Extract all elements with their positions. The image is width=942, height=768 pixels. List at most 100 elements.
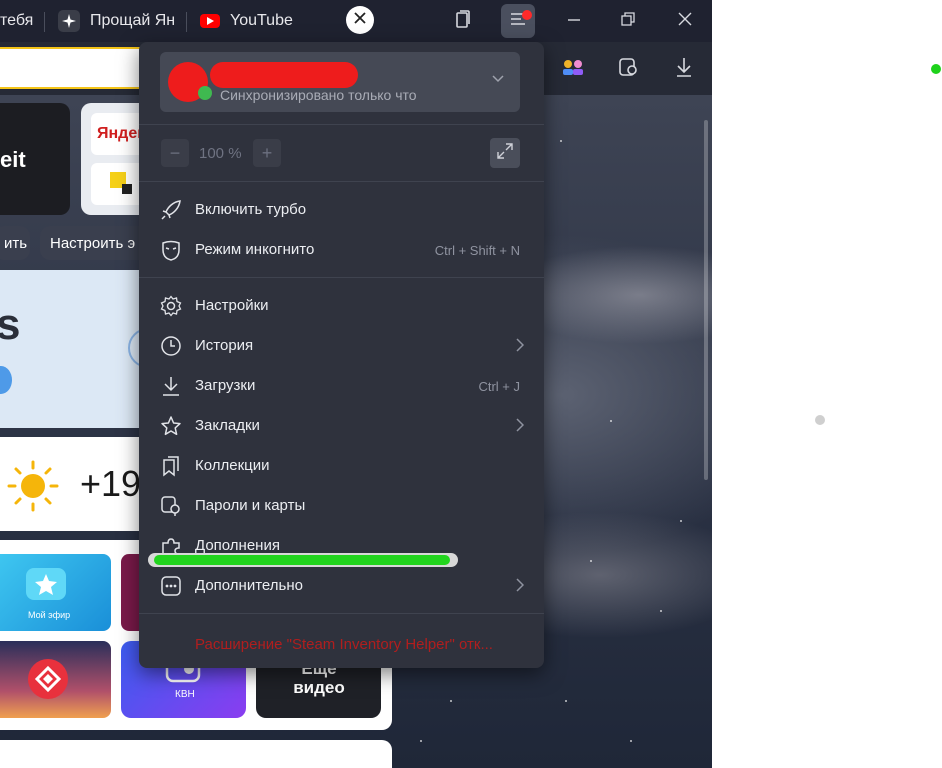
- browser-window: тебя Прощай Ян YouTube eit Яндекс ить На…: [0, 0, 712, 768]
- rocket-icon: [159, 198, 183, 222]
- zoom-out-label: −: [169, 142, 181, 163]
- bg-star: [450, 700, 452, 702]
- tile-text: eit: [0, 147, 26, 172]
- download-icon[interactable]: [671, 54, 697, 80]
- fullscreen-button[interactable]: [490, 138, 520, 168]
- menu-item-label: Закладки: [195, 417, 260, 434]
- menu-item-label: Дополнительно: [195, 577, 303, 594]
- fullscreen-icon: [496, 142, 514, 165]
- bg-star: [610, 420, 612, 422]
- menu-divider: [139, 277, 544, 278]
- menu-item-shortcut: Ctrl + J: [478, 379, 520, 394]
- menu-item-more[interactable]: Дополнительно: [139, 566, 544, 606]
- menu-item-turbo[interactable]: Включить турбо: [139, 190, 544, 230]
- key-card-icon: [159, 494, 183, 518]
- chevron-right-icon: [516, 418, 525, 437]
- gray-dot: [815, 415, 825, 425]
- bg-star: [420, 740, 422, 742]
- menu-item-label: Настройки: [195, 297, 269, 314]
- pill-label: Настроить э: [50, 234, 136, 252]
- menu-item-history[interactable]: История: [139, 326, 544, 366]
- sparkle-icon: [58, 10, 80, 32]
- sync-status: Синхронизировано только что: [220, 87, 417, 103]
- extension-people-icon[interactable]: [560, 54, 586, 80]
- main-menu-button[interactable]: [501, 4, 535, 38]
- sun-icon: [6, 459, 60, 518]
- star-icon: [159, 414, 183, 438]
- browser-main-menu: Синхронизировано только что − 100 % + Вк…: [139, 42, 544, 668]
- pill-label: ить: [4, 234, 28, 252]
- tab-close-button[interactable]: [346, 6, 374, 34]
- restore-button[interactable]: [614, 8, 642, 34]
- tile-dark[interactable]: eit: [0, 103, 70, 215]
- tab-proshchay[interactable]: Прощай Ян: [58, 6, 175, 36]
- menu-item-label: Дополнения: [195, 537, 280, 554]
- collections-button[interactable]: [449, 8, 477, 34]
- chevron-down-icon: [492, 70, 504, 88]
- zoom-out-button[interactable]: −: [161, 139, 189, 167]
- menu-item-label: История: [195, 337, 254, 354]
- weather-widget[interactable]: +19: [0, 437, 150, 531]
- pill-button-left[interactable]: ить: [0, 226, 30, 260]
- zoom-value: 100 %: [199, 145, 242, 162]
- bottom-card: [0, 740, 392, 768]
- tab-separator: [186, 12, 187, 32]
- clock-icon: [159, 334, 183, 358]
- tab-youtube[interactable]: YouTube: [200, 6, 293, 36]
- menu-item-passwords[interactable]: Пароли и карты: [139, 486, 544, 526]
- tab-partial[interactable]: тебя: [0, 6, 33, 36]
- restore-icon: [621, 11, 635, 31]
- close-window-button[interactable]: [671, 8, 699, 34]
- passwords-icon[interactable]: [615, 54, 641, 80]
- tab-separator: [44, 12, 45, 32]
- green-highlight-annotation: [148, 553, 458, 567]
- bg-star: [590, 560, 592, 562]
- menu-item-incognito[interactable]: Режим инкогнито Ctrl + Shift + N: [139, 230, 544, 270]
- customize-button[interactable]: Настроить э: [40, 226, 150, 260]
- sync-check-icon: [198, 86, 212, 100]
- rutube-icon: [28, 659, 68, 699]
- incognito-mask-icon: [159, 238, 183, 262]
- zoom-in-button[interactable]: +: [253, 139, 281, 167]
- menu-divider: [139, 613, 544, 614]
- banner-letter: s: [0, 300, 21, 349]
- green-highlight-fill: [154, 555, 450, 565]
- bg-star: [630, 740, 632, 742]
- green-dot: [931, 64, 941, 74]
- page-scrollbar[interactable]: [704, 120, 708, 480]
- video-tile-label: Мой эфир: [28, 610, 71, 620]
- download-icon: [159, 374, 183, 398]
- close-icon: [354, 11, 366, 29]
- address-bar[interactable]: [0, 47, 150, 89]
- extension-notice[interactable]: Расширение "Steam Inventory Helper" отк.…: [195, 636, 493, 653]
- banner-circle: [0, 366, 12, 394]
- disk-icon-part: [122, 184, 132, 194]
- notification-dot: [522, 10, 532, 20]
- chevron-right-icon: [516, 578, 525, 597]
- menu-item-settings[interactable]: Настройки: [139, 286, 544, 326]
- profile-sync-card[interactable]: Синхронизировано только что: [160, 52, 520, 112]
- tab-label: Прощай Ян: [90, 12, 176, 29]
- weather-temperature: +19: [80, 463, 142, 504]
- chevron-right-icon: [516, 338, 525, 357]
- video-tile-my-efir[interactable]: Мой эфир: [0, 554, 111, 631]
- tab-label: тебя: [0, 12, 34, 29]
- promo-banner[interactable]: s: [0, 270, 168, 428]
- menu-item-label: Пароли и карты: [195, 497, 306, 514]
- bg-star: [565, 700, 567, 702]
- menu-item-downloads[interactable]: Загрузки Ctrl + J: [139, 366, 544, 406]
- video-tile-label: КВН: [175, 689, 195, 700]
- menu-item-collections[interactable]: Коллекции: [139, 446, 544, 486]
- menu-item-label: Включить турбо: [195, 201, 307, 218]
- close-icon: [678, 12, 692, 31]
- bg-star: [660, 610, 662, 612]
- minimize-button[interactable]: [560, 8, 588, 34]
- menu-item-bookmarks[interactable]: Закладки: [139, 406, 544, 446]
- menu-divider: [139, 181, 544, 182]
- bookmarks-stack-icon: [453, 9, 473, 34]
- menu-item-label: Режим инкогнито: [195, 241, 315, 258]
- menu-divider: [139, 124, 544, 125]
- screen: тебя Прощай Ян YouTube eit Яндекс ить На…: [0, 0, 942, 768]
- tab-strip: тебя Прощай Ян YouTube: [0, 0, 712, 42]
- video-tile-sunset[interactable]: [0, 641, 111, 718]
